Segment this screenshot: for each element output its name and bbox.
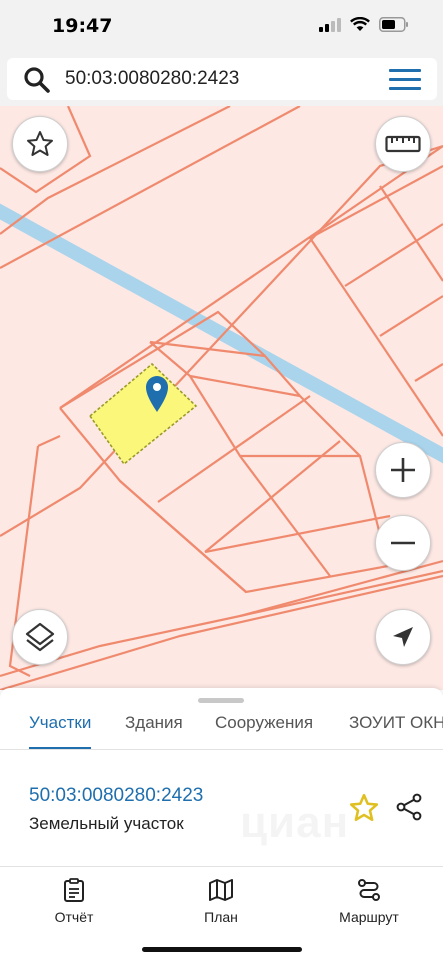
- cian-watermark: циан: [240, 798, 349, 848]
- result-cadastral-number[interactable]: 50:03:0080280:2423: [29, 785, 203, 807]
- result-object-type: Земельный участок: [29, 814, 184, 833]
- status-bar: 19:47: [0, 0, 443, 54]
- nav-plan[interactable]: План: [161, 877, 281, 925]
- status-icons: [319, 17, 409, 32]
- cadastral-map[interactable]: [0, 106, 443, 690]
- nav-route-label: Маршрут: [339, 909, 399, 925]
- layers-icon: [25, 622, 55, 652]
- road: [0, 203, 443, 464]
- minus-icon: [391, 541, 415, 545]
- status-time: 19:47: [52, 15, 113, 37]
- nav-route[interactable]: Маршрут: [309, 877, 429, 925]
- map-parcels[interactable]: [0, 106, 443, 690]
- nav-report[interactable]: Отчёт: [14, 877, 134, 925]
- home-indicator: [142, 947, 302, 952]
- zoom-out-button[interactable]: [375, 515, 431, 571]
- star-outline-icon: [27, 131, 53, 156]
- object-type-tabs: Участки Здания Сооружения ЗОУИТ ОКН: [0, 708, 443, 750]
- route-icon: [358, 879, 380, 901]
- search-icon[interactable]: [23, 66, 51, 94]
- star-icon[interactable]: [348, 792, 380, 824]
- bottom-sheet: Участки Здания Сооружения ЗОУИТ ОКН циан…: [0, 688, 443, 866]
- header: 50:03:0080280:2423: [0, 54, 443, 106]
- tab-parcels[interactable]: Участки: [29, 711, 92, 749]
- search-input[interactable]: 50:03:0080280:2423: [65, 68, 239, 90]
- map-plan-icon: [209, 879, 233, 901]
- parcel-boundaries: [0, 106, 443, 690]
- report-icon: [64, 878, 84, 902]
- share-icon[interactable]: [394, 792, 424, 822]
- favorite-button[interactable]: [12, 116, 68, 172]
- my-location-button[interactable]: [375, 609, 431, 665]
- nav-plan-label: План: [204, 909, 238, 925]
- search-box[interactable]: 50:03:0080280:2423: [7, 58, 437, 100]
- ruler-icon: [385, 135, 421, 153]
- layers-button[interactable]: [12, 609, 68, 665]
- plus-icon: [391, 458, 415, 482]
- battery-icon: [379, 17, 408, 32]
- wifi-icon: [350, 17, 370, 31]
- bottom-navigation: Отчёт План Маршрут: [0, 866, 443, 960]
- navigation-arrow-icon: [393, 627, 413, 647]
- sheet-drag-handle[interactable]: [198, 698, 244, 703]
- cellular-signal-icon: [319, 17, 341, 32]
- tab-zouit-okn[interactable]: ЗОУИТ ОКН: [349, 711, 443, 749]
- menu-icon[interactable]: [389, 69, 421, 91]
- ruler-button[interactable]: [375, 116, 431, 172]
- tab-buildings[interactable]: Здания: [125, 711, 183, 749]
- nav-report-label: Отчёт: [54, 909, 94, 925]
- zoom-in-button[interactable]: [375, 442, 431, 498]
- tab-structures[interactable]: Сооружения: [215, 711, 313, 749]
